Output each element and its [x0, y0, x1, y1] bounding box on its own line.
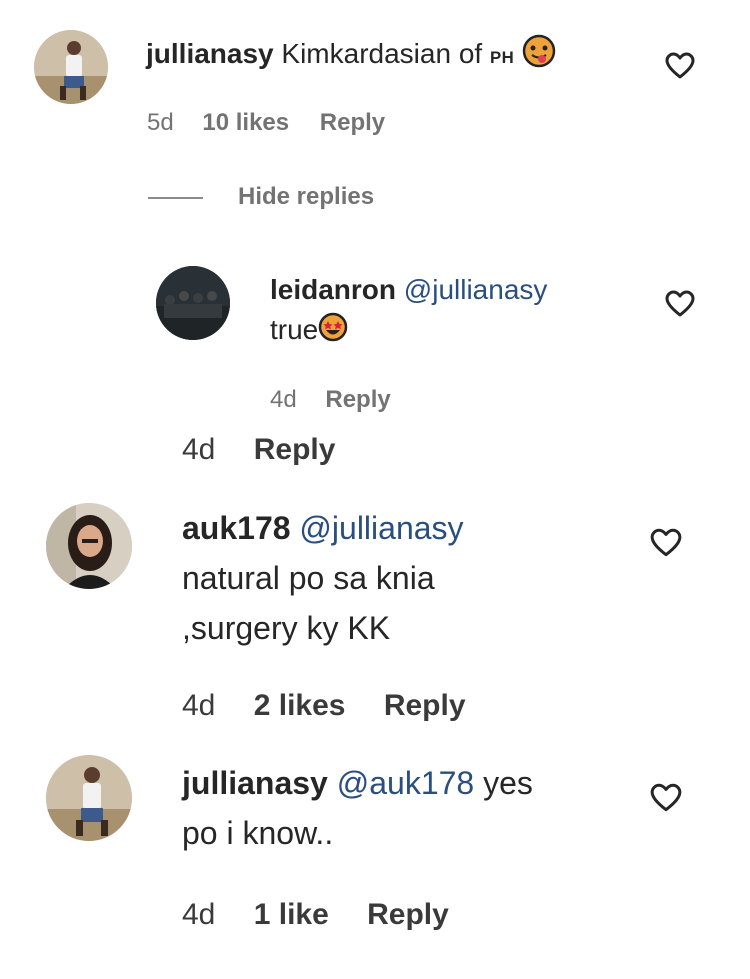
heart-icon [665, 290, 695, 317]
comment-header: jullianasy Kimkardasian of PH [146, 34, 556, 77]
comment-meta: 4d 1 like Reply [182, 897, 449, 933]
heart-icon [665, 52, 695, 79]
like-heart-button[interactable] [650, 783, 682, 813]
comment-text-suffix: PH [489, 47, 515, 67]
heart-icon [650, 783, 682, 812]
reply-button[interactable]: Reply [325, 386, 390, 413]
reply-header: leidanron @jullianasy [270, 272, 547, 308]
reply-button[interactable]: Reply [384, 689, 466, 722]
username[interactable]: jullianasy [146, 38, 274, 69]
like-heart-button[interactable] [650, 528, 682, 558]
avatar[interactable] [156, 266, 230, 340]
comment-text-line2: ,surgery ky KK [182, 610, 391, 646]
hide-replies-divider [148, 197, 203, 199]
user-photo-icon [34, 30, 108, 104]
comment-meta: 5d 10 likes Reply [147, 108, 385, 138]
avatar[interactable] [46, 755, 132, 841]
reply-text: true [270, 312, 348, 351]
hide-replies-button[interactable]: Hide replies [238, 182, 374, 212]
user-photo-icon [46, 755, 132, 841]
likes-count[interactable]: 2 likes [254, 689, 346, 722]
comment-text: natural po sa knia [182, 560, 435, 596]
comment-header: auk178 @jullianasy [182, 508, 464, 548]
username[interactable]: auk178 [182, 510, 291, 546]
comment-time: 4d [270, 386, 297, 413]
likes-count[interactable]: 10 likes [202, 109, 289, 136]
comment-text: true [270, 314, 319, 345]
likes-count[interactable]: 1 like [254, 898, 329, 931]
group-photo-icon [156, 266, 230, 340]
reply-button[interactable]: Reply [254, 433, 336, 466]
username[interactable]: leidanron [270, 274, 396, 305]
mention-link[interactable]: @jullianasy [299, 510, 463, 546]
star-struck-emoji [318, 312, 348, 351]
username[interactable]: jullianasy [182, 765, 328, 801]
mention-link[interactable]: @auk178 [337, 765, 474, 801]
comment-text: Kimkardasian of [281, 37, 483, 69]
comment-meta: 4d Reply [182, 432, 335, 468]
reply-button[interactable]: Reply [320, 109, 385, 136]
heart-icon [650, 528, 682, 557]
reply-button[interactable]: Reply [367, 898, 449, 931]
comment-time: 5d [147, 109, 174, 136]
like-heart-button[interactable] [665, 290, 695, 318]
comment-time: 4d [182, 898, 216, 931]
reply-meta: 4d Reply [270, 385, 391, 415]
mention-link[interactable]: @jullianasy [404, 274, 548, 305]
comment-meta: 4d 2 likes Reply [182, 688, 466, 724]
comment-time: 4d [182, 433, 216, 466]
like-heart-button[interactable] [665, 52, 695, 80]
comment-text: yes [483, 765, 533, 801]
avatar[interactable] [46, 503, 132, 589]
comment-header: jullianasy @auk178 yes [182, 763, 533, 803]
user-photo-icon [46, 503, 132, 589]
face-with-tongue-emoji [522, 34, 556, 77]
avatar[interactable] [34, 30, 108, 104]
comment-text-line2: po i know.. [182, 815, 334, 851]
comment-time: 4d [182, 689, 216, 722]
